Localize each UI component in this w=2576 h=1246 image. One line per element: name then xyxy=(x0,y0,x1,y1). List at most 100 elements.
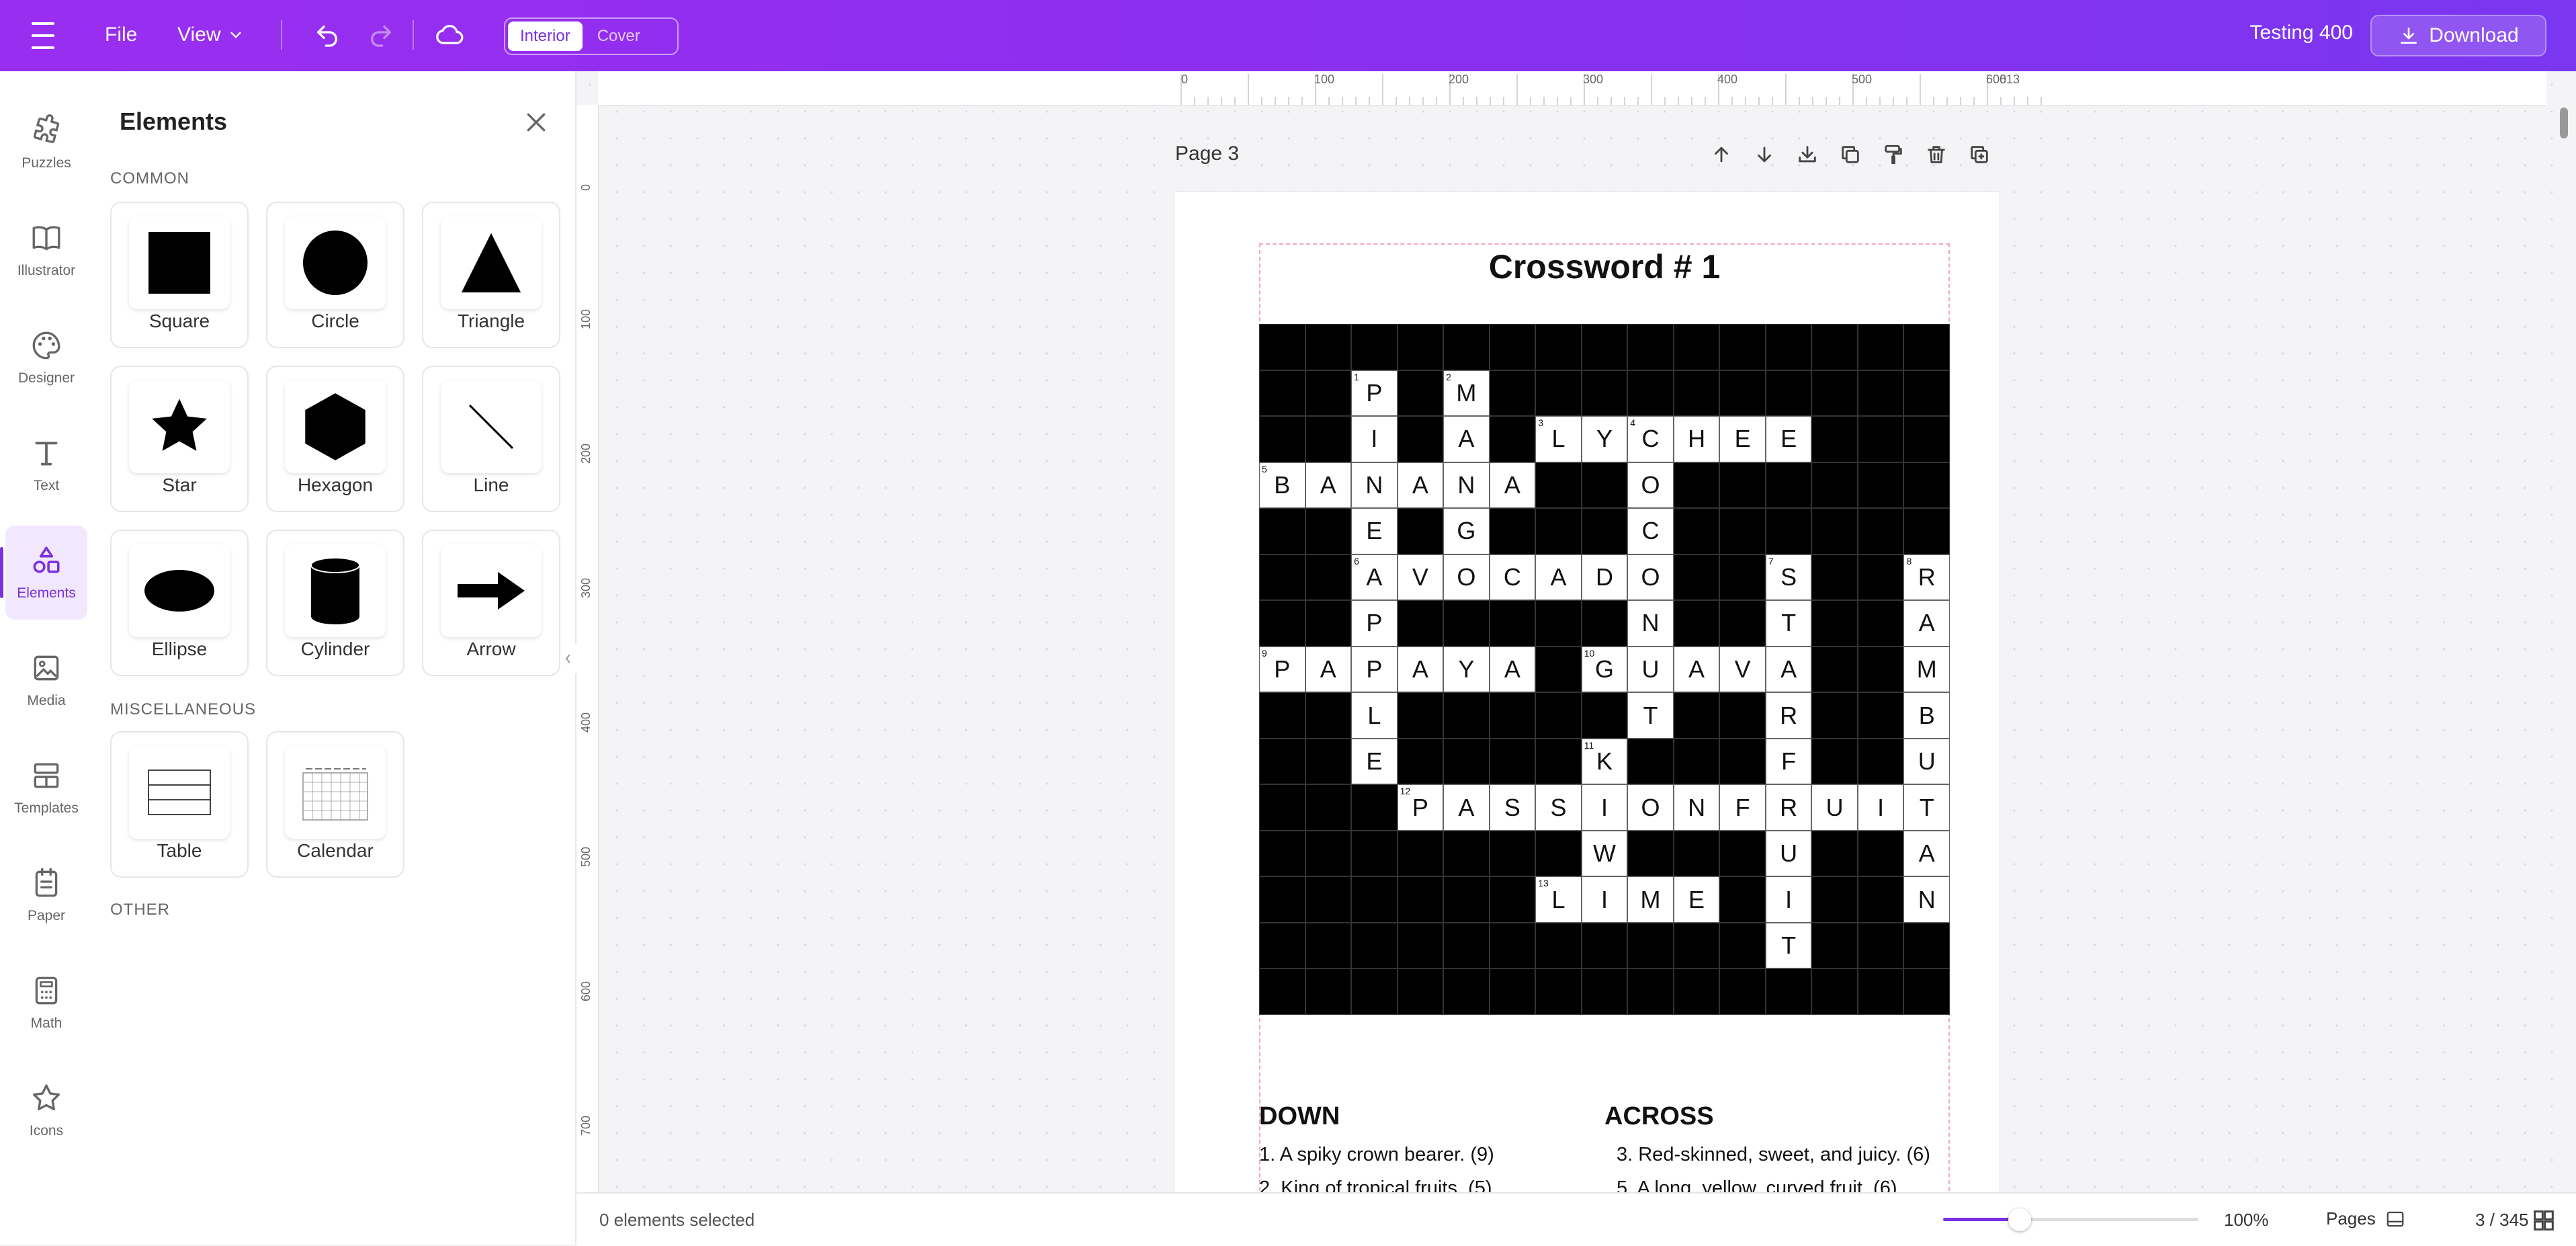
element-star[interactable]: Star xyxy=(110,366,249,512)
grid-view-icon[interactable] xyxy=(2530,1207,2557,1234)
crossword-cell xyxy=(1857,600,1904,647)
crossword-cell: U xyxy=(1627,646,1674,693)
crossword-grid[interactable]: 1P2MIA3LY4CHEE5BANANAOEGC6AVOCADO7S8RPNT… xyxy=(1259,324,1950,1015)
rail-label: Text xyxy=(33,478,60,493)
rail-item-designer[interactable]: Designer xyxy=(5,310,87,405)
crossword-cell xyxy=(1765,968,1812,1015)
zoom-slider[interactable] xyxy=(1943,1208,2198,1231)
element-cylinder[interactable]: Cylinder xyxy=(266,530,404,676)
cell-letter: A xyxy=(1918,839,1935,868)
rail-item-templates[interactable]: Templates xyxy=(5,741,87,835)
ruler-label: 400 xyxy=(579,712,593,733)
paint-roller-icon[interactable] xyxy=(1879,140,1908,169)
crossword-cell xyxy=(1811,508,1858,554)
crossword-cell xyxy=(1581,968,1628,1015)
cell-letter: S xyxy=(1550,793,1567,821)
element-square[interactable]: Square xyxy=(110,202,249,348)
rail-item-text[interactable]: Text xyxy=(5,418,87,512)
file-menu[interactable]: File xyxy=(105,20,137,50)
crossword-cell: N xyxy=(1351,462,1398,509)
crossword-cell: R xyxy=(1765,784,1812,831)
crossword-cell xyxy=(1259,738,1305,785)
move-page-up-icon[interactable] xyxy=(1707,140,1736,169)
crossword-cell xyxy=(1673,830,1720,877)
cell-letter: E xyxy=(1780,425,1797,453)
delete-page-icon[interactable] xyxy=(1922,140,1951,169)
crossword-cell: 10 G xyxy=(1581,646,1628,693)
ruler-label: 300 xyxy=(1583,73,1604,86)
crossword-cell xyxy=(1443,692,1490,739)
crossword-cell: U xyxy=(1903,738,1950,785)
move-page-down-icon[interactable] xyxy=(1750,140,1779,169)
crossword-cell xyxy=(1719,738,1766,785)
pages-button[interactable]: Pages xyxy=(2326,1208,2405,1229)
crossword-cell: D xyxy=(1581,554,1628,601)
image-icon xyxy=(34,655,59,681)
cover-tab[interactable]: Cover xyxy=(585,22,652,51)
zoom-level[interactable]: 100% xyxy=(2224,1210,2269,1231)
square-preview xyxy=(129,216,230,309)
element-calendar[interactable]: Calendar xyxy=(266,731,404,878)
close-icon[interactable] xyxy=(523,109,550,136)
rail-item-paper[interactable]: Paper xyxy=(5,848,87,942)
crossword-cell xyxy=(1903,508,1950,554)
view-menu[interactable]: View xyxy=(177,20,245,50)
element-hexagon[interactable]: Hexagon xyxy=(266,366,404,512)
duplicate-page-icon[interactable] xyxy=(1836,140,1865,169)
crossword-cell xyxy=(1857,370,1904,417)
add-page-icon[interactable] xyxy=(1965,140,1994,169)
crossword-cell: 7S xyxy=(1765,554,1812,601)
crossword-cell xyxy=(1259,968,1305,1015)
vertical-scrollbar[interactable] xyxy=(2560,108,2568,138)
crossword-cell xyxy=(1903,462,1950,509)
cell-letter: A xyxy=(1320,655,1336,683)
rail-item-elements[interactable]: Elements xyxy=(0,526,87,620)
crossword-cell xyxy=(1857,738,1904,785)
interior-tab[interactable]: Interior xyxy=(508,22,583,51)
rail-item-icons[interactable]: Icons xyxy=(5,1063,87,1157)
element-table[interactable]: Table xyxy=(110,731,249,878)
page-count: 3 / 345 xyxy=(2475,1210,2529,1230)
rail-item-illustrator[interactable]: Illustrator xyxy=(5,203,87,297)
paper-icon xyxy=(35,868,58,897)
cloud-save-icon[interactable] xyxy=(433,19,466,52)
crossword-cell xyxy=(1765,324,1812,370)
cell-letter: T xyxy=(1643,701,1658,729)
element-triangle[interactable]: Triangle xyxy=(422,202,560,348)
crossword-cell xyxy=(1857,324,1904,370)
crossword-title[interactable]: Crossword # 1 xyxy=(1259,247,1950,286)
ruler-label: 200 xyxy=(579,443,593,464)
crossword-cell xyxy=(1535,646,1582,693)
hamburger-menu-icon[interactable] xyxy=(27,22,59,49)
crossword-cell xyxy=(1305,370,1352,417)
crossword-cell xyxy=(1903,324,1950,370)
crossword-cell xyxy=(1673,738,1720,785)
element-arrow[interactable]: Arrow xyxy=(422,530,560,676)
element-circle[interactable]: Circle xyxy=(266,202,404,348)
crossword-cell: O xyxy=(1627,554,1674,601)
download-page-icon[interactable] xyxy=(1793,140,1822,169)
crossword-cell xyxy=(1903,968,1950,1015)
project-name[interactable]: Testing 400 xyxy=(2250,22,2353,44)
undo-icon[interactable] xyxy=(310,19,344,52)
down-clue: 1. A spiky crown bearer. (9) xyxy=(1259,1144,1494,1165)
crossword-cell: A xyxy=(1903,830,1950,877)
cell-letter: C xyxy=(1503,563,1521,591)
crossword-cell xyxy=(1305,508,1352,554)
crossword-cell xyxy=(1811,324,1858,370)
download-button[interactable]: Download xyxy=(2370,15,2546,56)
cell-letter: S xyxy=(1780,563,1797,591)
zoom-slider-handle[interactable] xyxy=(2008,1208,2031,1231)
rail-item-media[interactable]: Media xyxy=(5,633,87,727)
crossword-cell: G xyxy=(1443,508,1490,554)
element-line[interactable]: Line xyxy=(422,366,560,512)
crossword-cell: R xyxy=(1765,692,1812,739)
redo-icon[interactable] xyxy=(364,19,398,52)
rail-item-math[interactable]: Math xyxy=(5,956,87,1050)
cell-letter: E xyxy=(1734,425,1751,453)
element-ellipse[interactable]: Ellipse xyxy=(110,530,249,676)
rail-item-puzzles[interactable]: Puzzles xyxy=(5,95,87,190)
crossword-cell xyxy=(1443,324,1490,370)
crossword-cell xyxy=(1489,324,1536,370)
crossword-cell xyxy=(1719,922,1766,969)
